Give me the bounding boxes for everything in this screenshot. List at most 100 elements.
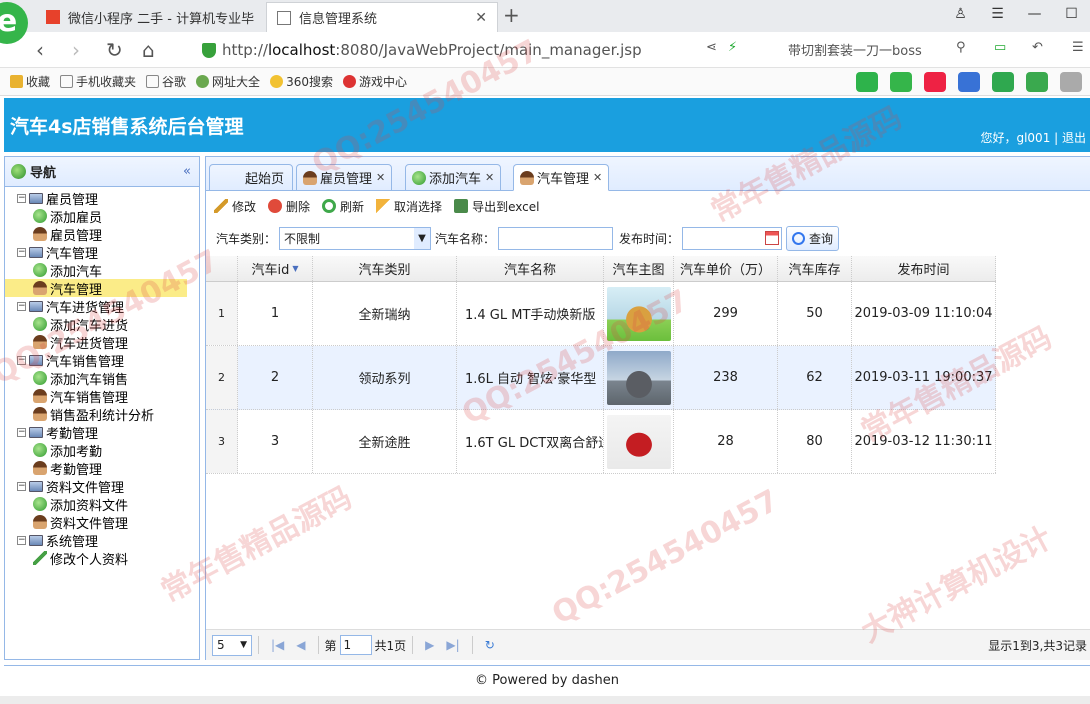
edit-button[interactable]: 修改 (214, 198, 256, 215)
browser-tab-active[interactable]: 信息管理系统 ✕ (266, 2, 498, 32)
nav-item[interactable]: − 汽车管理 (5, 243, 199, 262)
nav-item[interactable]: 销售盈利统计分析 (5, 405, 199, 424)
column-header[interactable]: 汽车库存 (778, 256, 852, 281)
table-row[interactable]: 2 2 领动系列 1.6L 自动 智炫·豪华型 238 62 2019-03-11 19:0… (206, 346, 996, 410)
user-greeting[interactable]: 您好，gl001 | 退出 (980, 129, 1086, 146)
nav-item[interactable]: 添加雇员 (5, 207, 199, 226)
page-number-input[interactable]: 1 (339, 635, 372, 655)
grid-icon[interactable] (1060, 72, 1082, 92)
bookmark-item[interactable]: 360搜索 (270, 73, 333, 90)
nav-item[interactable]: − 雇员管理 (5, 189, 199, 208)
collapse-toggle-icon[interactable]: − (17, 193, 26, 203)
collapse-icon[interactable]: « (183, 164, 191, 179)
collapse-toggle-icon[interactable]: − (17, 247, 26, 257)
nav-item[interactable]: 汽车管理 (5, 279, 187, 298)
car-name-input[interactable] (498, 226, 614, 250)
share-icon[interactable]: ⋖ (706, 40, 717, 55)
reload-icon[interactable]: ↻ (106, 38, 123, 62)
table-row[interactable]: 3 3 全新途胜 1.6T GL DCT双离合舒适 28 80 2019-03-12 11:… (206, 410, 996, 474)
column-header[interactable]: 汽车单价（万） (674, 256, 778, 281)
column-header[interactable]: 汽车主图 (604, 256, 674, 281)
nav-item[interactable]: 雇员管理 (5, 225, 199, 244)
star-icon (10, 75, 23, 88)
nav-item[interactable]: 汽车进货管理 (5, 333, 199, 352)
maximize-icon[interactable]: ☐ (1053, 0, 1090, 28)
column-header[interactable]: 汽车名称 (457, 256, 604, 281)
undo-icon[interactable]: ↶ (1032, 40, 1043, 55)
close-icon[interactable]: ✕ (485, 171, 494, 184)
collapse-toggle-icon[interactable]: − (17, 481, 26, 491)
browser-tab[interactable]: 微信小程序 二手 - 计算机专业毕 (36, 2, 266, 32)
nav-item[interactable]: 添加汽车销售 (5, 369, 199, 388)
column-header[interactable]: 汽车id ▼ (238, 256, 313, 281)
reload-icon[interactable]: ↻ (485, 638, 495, 652)
new-tab-icon[interactable]: + (503, 3, 520, 27)
car-type-select[interactable]: 不限制 ▼ (279, 226, 432, 250)
bookmark-item[interactable]: 谷歌 (146, 73, 186, 90)
magnifier-icon[interactable] (958, 72, 980, 92)
wechat-icon[interactable] (856, 72, 878, 92)
menu-icon[interactable]: ☰ (979, 0, 1016, 28)
nav-item[interactable]: 修改个人资料 (5, 549, 199, 568)
bookmark-item[interactable]: 网址大全 (196, 73, 260, 90)
collapse-toggle-icon[interactable]: − (17, 301, 26, 311)
page-size-select[interactable]: 5 ▼ (212, 634, 252, 656)
next-page-icon[interactable]: ▶ (425, 638, 434, 652)
calendar-icon[interactable] (765, 230, 780, 245)
chevron-down-icon[interactable]: ▼ (414, 227, 431, 249)
close-icon[interactable]: ✕ (593, 171, 602, 184)
table-row[interactable]: 1 1 全新瑞纳 1.4 GL MT手动焕新版 299 50 2019-03-09 11:1… (206, 282, 996, 346)
tab-home[interactable]: 起始页 (209, 164, 293, 191)
nav-item[interactable]: − 汽车销售管理 (5, 351, 199, 370)
nav-item[interactable]: 资料文件管理 (5, 513, 199, 532)
nav-item[interactable]: 添加汽车 (5, 261, 199, 280)
nav-item[interactable]: − 资料文件管理 (5, 477, 199, 496)
tab-employee-management[interactable]: 雇员管理 ✕ (296, 164, 393, 191)
battery-icon[interactable]: ▭ (994, 40, 1006, 55)
tab-car-management[interactable]: 汽车管理 ✕ (513, 164, 610, 191)
query-button[interactable]: 查询 (786, 225, 840, 251)
collapse-toggle-icon[interactable]: − (17, 355, 26, 365)
collapse-toggle-icon[interactable]: − (17, 535, 26, 545)
search-hint[interactable]: 带切割套装一刀一boss (788, 40, 922, 59)
tab-add-car[interactable]: 添加汽车 ✕ (405, 164, 502, 191)
nav-item[interactable]: 添加考勤 (5, 441, 199, 460)
nav-item[interactable]: 汽车销售管理 (5, 387, 199, 406)
previous-page-icon[interactable]: ◀ (296, 638, 305, 652)
cancel-selection-button[interactable]: 取消选择 (376, 198, 442, 215)
gamepad-icon[interactable] (992, 72, 1014, 92)
home-icon[interactable]: ⌂ (142, 38, 155, 62)
back-icon[interactable]: ‹ (36, 38, 44, 62)
shield-icon[interactable] (1026, 72, 1048, 92)
publish-time-input[interactable] (682, 226, 783, 250)
column-header[interactable]: 发布时间 (852, 256, 996, 281)
translate-icon[interactable] (890, 72, 912, 92)
bookmark-item[interactable]: 手机收藏夹 (60, 73, 136, 90)
nav-item[interactable]: 添加资料文件 (5, 495, 199, 514)
shirt-skin-icon[interactable]: ♙ (942, 0, 979, 28)
scissors-icon[interactable] (924, 72, 946, 92)
export-excel-button[interactable]: 导出到excel (454, 198, 539, 215)
last-page-icon[interactable]: ▶| (446, 638, 459, 652)
minimize-icon[interactable]: — (1016, 0, 1053, 28)
refresh-button[interactable]: 刷新 (322, 198, 364, 215)
close-tab-icon[interactable]: ✕ (475, 10, 487, 26)
menu-icon[interactable]: ☰ (1072, 40, 1084, 55)
nav-item[interactable]: − 系统管理 (5, 531, 199, 550)
nav-item[interactable]: 考勤管理 (5, 459, 199, 478)
nav-item[interactable]: − 汽车进货管理 (5, 297, 199, 316)
close-icon[interactable]: ✕ (376, 171, 385, 184)
delete-button[interactable]: 删除 (268, 198, 310, 215)
column-header[interactable]: 汽车类别 (313, 256, 457, 281)
content-tabs: 起始页 雇员管理 ✕ 添加汽车 ✕ 汽车管理 ✕ (206, 157, 1090, 191)
first-page-icon[interactable]: |◀ (271, 638, 284, 652)
collapse-toggle-icon[interactable]: − (17, 427, 26, 437)
lightning-icon[interactable]: ⚡ (728, 40, 737, 55)
search-icon[interactable]: ⚲ (956, 40, 966, 55)
nav-item[interactable]: 添加汽车进货 (5, 315, 199, 334)
car-type-value: 不限制 (284, 231, 321, 246)
nav-item[interactable]: − 考勤管理 (5, 423, 199, 442)
forward-icon[interactable]: › (72, 38, 80, 62)
bookmark-item[interactable]: 游戏中心 (342, 73, 407, 90)
bookmark-item[interactable]: 收藏 (10, 73, 50, 90)
